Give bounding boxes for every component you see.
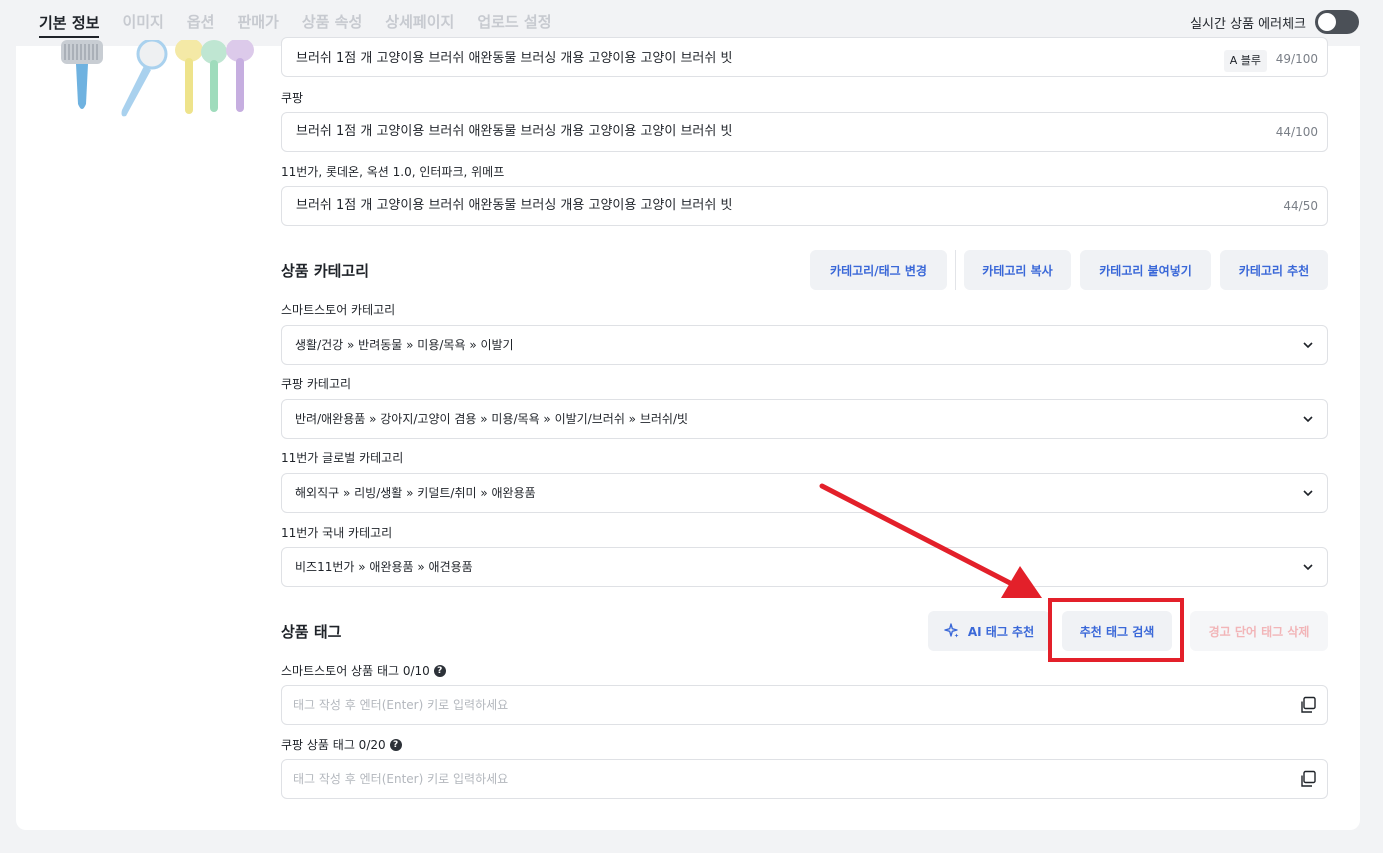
coupang-category-value: 반려/애완용품 » 강아지/고양이 겸용 » 미용/목욕 » 이발기/브러쉬 »… — [295, 412, 689, 426]
smartstore-tag-placeholder: 태그 작성 후 엔터(Enter) 키로 입력하세요 — [293, 698, 509, 712]
delete-warning-tags-button[interactable]: 경고 단어 태그 삭제 — [1190, 611, 1328, 651]
st11-global-category-value: 해외직구 » 리빙/생활 » 키덜트/취미 » 애완용품 — [295, 486, 536, 500]
tag-section-title: 상품 태그 — [281, 623, 342, 641]
basic-info-card: 브러쉬 1점 개 고양이용 브러쉬 애완동물 브러싱 개용 고양이용 고양이 브… — [16, 37, 1360, 830]
chevron-down-icon — [1303, 416, 1313, 423]
coupang-tag-label-text: 쿠팡 상품 태그 0/20 — [281, 738, 386, 752]
other-markets-name-label: 11번가, 롯데온, 옥션 1.0, 인터파크, 위메프 — [281, 165, 505, 179]
st11-domestic-category-select[interactable]: 비즈11번가 » 애완용품 » 애견용품 — [281, 547, 1328, 587]
smartstore-name-field[interactable]: 브러쉬 1점 개 고양이용 브러쉬 애완동물 브러싱 개용 고양이용 고양이 브… — [281, 37, 1328, 77]
error-check-label: 실시간 상품 에러체크 — [1190, 16, 1306, 32]
smartstore-tag-label-text: 스마트스토어 상품 태그 0/10 — [281, 664, 430, 678]
other-markets-name-counter: 44/50 — [1283, 199, 1318, 213]
product-thumbnail — [56, 40, 261, 120]
copy-category-button[interactable]: 카테고리 복사 — [964, 250, 1071, 290]
copy-icon[interactable] — [1299, 696, 1317, 714]
coupang-name-label: 쿠팡 — [281, 91, 304, 105]
st11-global-category-select[interactable]: 해외직구 » 리빙/생활 » 키덜트/취미 » 애완용품 — [281, 473, 1328, 513]
smartstore-category-value: 생활/건강 » 반려동물 » 미용/목욕 » 이발기 — [295, 338, 514, 352]
error-check-toggle-group: 실시간 상품 에러체크 — [1190, 10, 1359, 34]
font-badge[interactable]: A 블루 — [1223, 50, 1267, 72]
smartstore-name-counter: 49/100 — [1275, 52, 1318, 66]
error-check-toggle[interactable] — [1315, 10, 1359, 34]
tab-basic-info[interactable]: 기본 정보 — [39, 0, 100, 38]
toggle-knob — [1318, 13, 1336, 31]
smartstore-category-select[interactable]: 생활/건강 » 반려동물 » 미용/목욕 » 이발기 — [281, 325, 1328, 365]
smartstore-tag-input[interactable]: 태그 작성 후 엔터(Enter) 키로 입력하세요 — [281, 685, 1328, 725]
coupang-name-value: 브러쉬 1점 개 고양이용 브러쉬 애완동물 브러싱 개용 고양이용 고양이 브… — [296, 124, 733, 139]
paste-category-button[interactable]: 카테고리 붙여넣기 — [1080, 250, 1211, 290]
st11-domestic-category-value: 비즈11번가 » 애완용품 » 애견용품 — [295, 560, 473, 574]
smartstore-tag-label: 스마트스토어 상품 태그 0/10 ? — [281, 662, 446, 679]
button-divider — [955, 250, 956, 290]
coupang-category-select[interactable]: 반려/애완용품 » 강아지/고양이 겸용 » 미용/목욕 » 이발기/브러쉬 »… — [281, 399, 1328, 439]
coupang-category-label: 쿠팡 카테고리 — [281, 377, 352, 391]
coupang-name-field[interactable]: 브러쉬 1점 개 고양이용 브러쉬 애완동물 브러싱 개용 고양이용 고양이 브… — [281, 112, 1328, 152]
change-category-tag-button[interactable]: 카테고리/태그 변경 — [810, 250, 947, 290]
coupang-tag-input[interactable]: 태그 작성 후 엔터(Enter) 키로 입력하세요 — [281, 759, 1328, 799]
chevron-down-icon — [1303, 490, 1313, 497]
annotation-highlight-box — [1048, 598, 1184, 662]
st11-global-category-label: 11번가 글로벌 카테고리 — [281, 451, 404, 465]
smartstore-category-label: 스마트스토어 카테고리 — [281, 303, 396, 317]
chevron-down-icon — [1303, 564, 1313, 571]
coupang-tag-label: 쿠팡 상품 태그 0/20 ? — [281, 736, 402, 753]
category-section-title: 상품 카테고리 — [281, 262, 370, 280]
ai-tag-recommend-button[interactable]: AI 태그 추천 — [928, 611, 1050, 651]
ai-tag-recommend-label: AI 태그 추천 — [967, 624, 1035, 639]
st11-domestic-category-label: 11번가 국내 카테고리 — [281, 526, 393, 540]
other-markets-name-value: 브러쉬 1점 개 고양이용 브러쉬 애완동물 브러싱 개용 고양이용 고양이 브… — [296, 198, 733, 213]
chevron-down-icon — [1303, 342, 1313, 349]
recommend-category-button[interactable]: 카테고리 추천 — [1220, 250, 1328, 290]
help-icon[interactable]: ? — [389, 738, 402, 751]
copy-icon[interactable] — [1299, 770, 1317, 788]
help-icon[interactable]: ? — [433, 664, 446, 677]
sparkle-icon — [944, 623, 959, 638]
coupang-tag-placeholder: 태그 작성 후 엔터(Enter) 키로 입력하세요 — [293, 772, 509, 786]
coupang-name-counter: 44/100 — [1275, 125, 1318, 139]
other-markets-name-field[interactable]: 브러쉬 1점 개 고양이용 브러쉬 애완동물 브러싱 개용 고양이용 고양이 브… — [281, 186, 1328, 226]
smartstore-name-value: 브러쉬 1점 개 고양이용 브러쉬 애완동물 브러싱 개용 고양이용 고양이 브… — [296, 51, 733, 66]
